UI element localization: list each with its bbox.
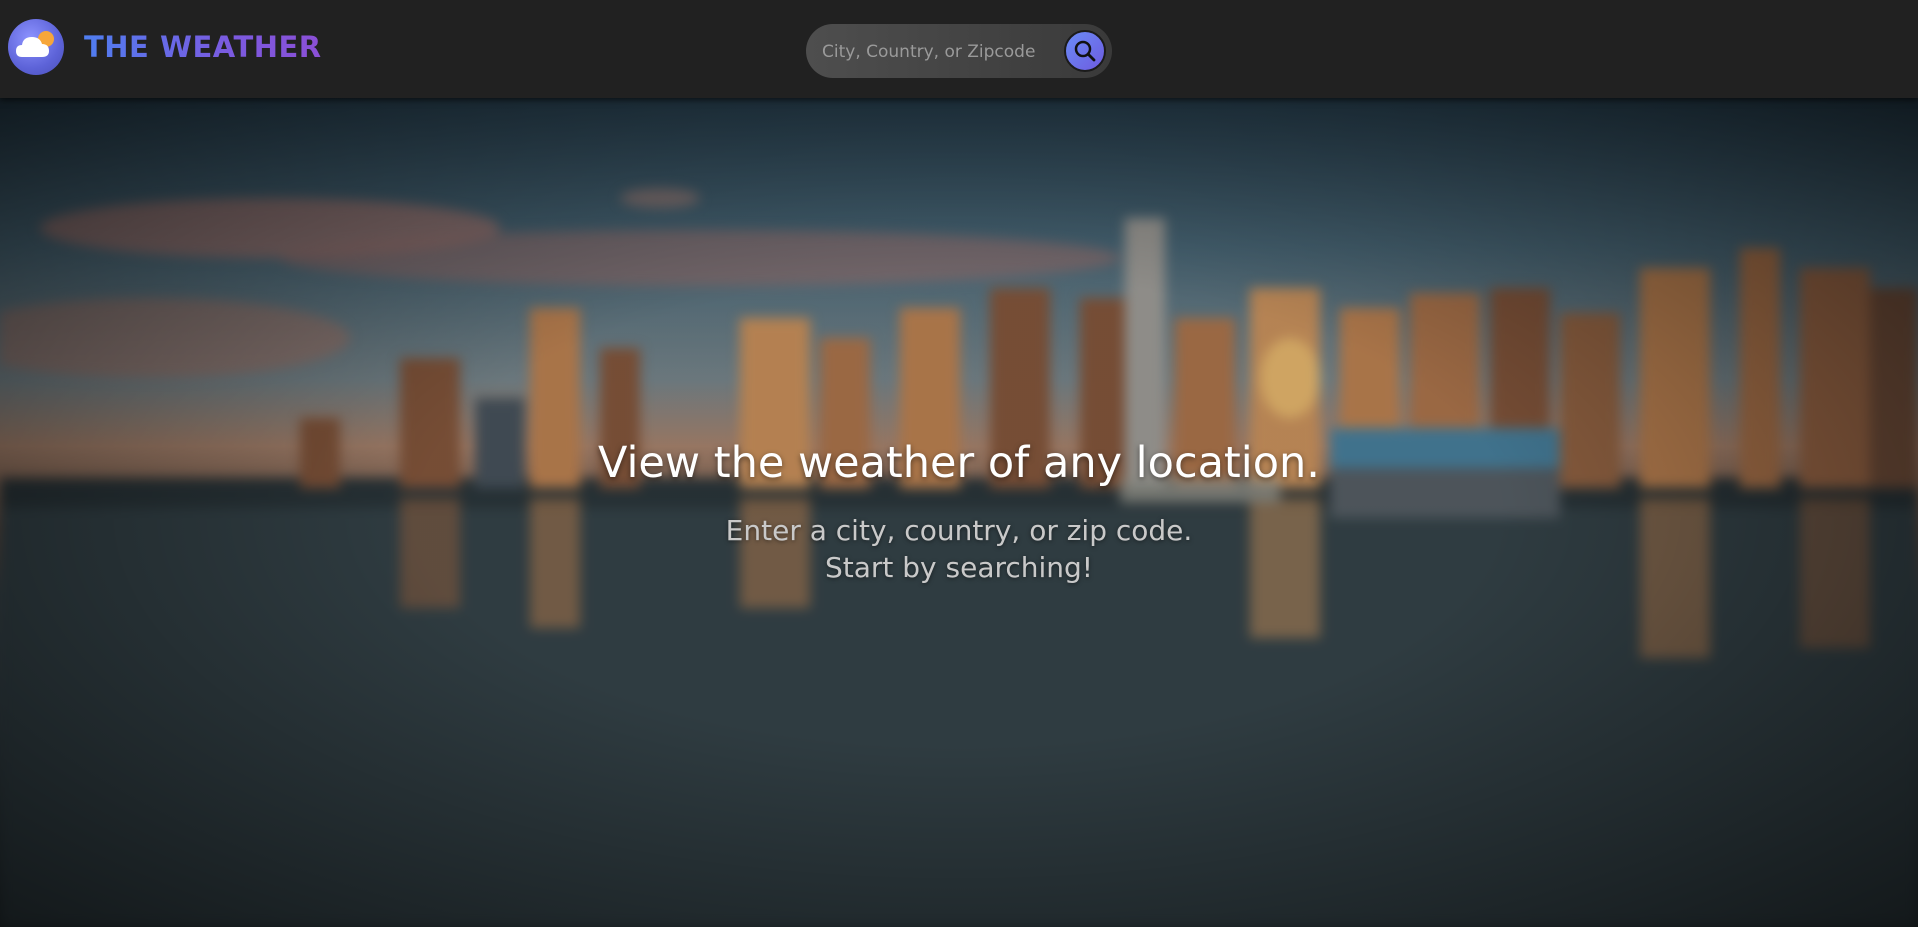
search-icon: [1074, 40, 1096, 62]
cloud-sun-icon[interactable]: [8, 19, 64, 75]
hero-headline: View the weather of any location.: [598, 438, 1320, 488]
hero-background: View the weather of any location. Enter …: [0, 98, 1918, 927]
top-navbar: THE WEATHER: [0, 0, 1918, 98]
hero-subtitle-line-2: Start by searching!: [824, 551, 1094, 584]
search-button[interactable]: [1064, 30, 1106, 72]
search-bar: [806, 24, 1112, 80]
search-input[interactable]: [820, 24, 1064, 80]
hero-subtitle-line-1: Enter a city, country, or zip code.: [725, 514, 1193, 547]
brand-title[interactable]: THE WEATHER: [84, 26, 322, 68]
hero-content: View the weather of any location. Enter …: [0, 98, 1918, 927]
